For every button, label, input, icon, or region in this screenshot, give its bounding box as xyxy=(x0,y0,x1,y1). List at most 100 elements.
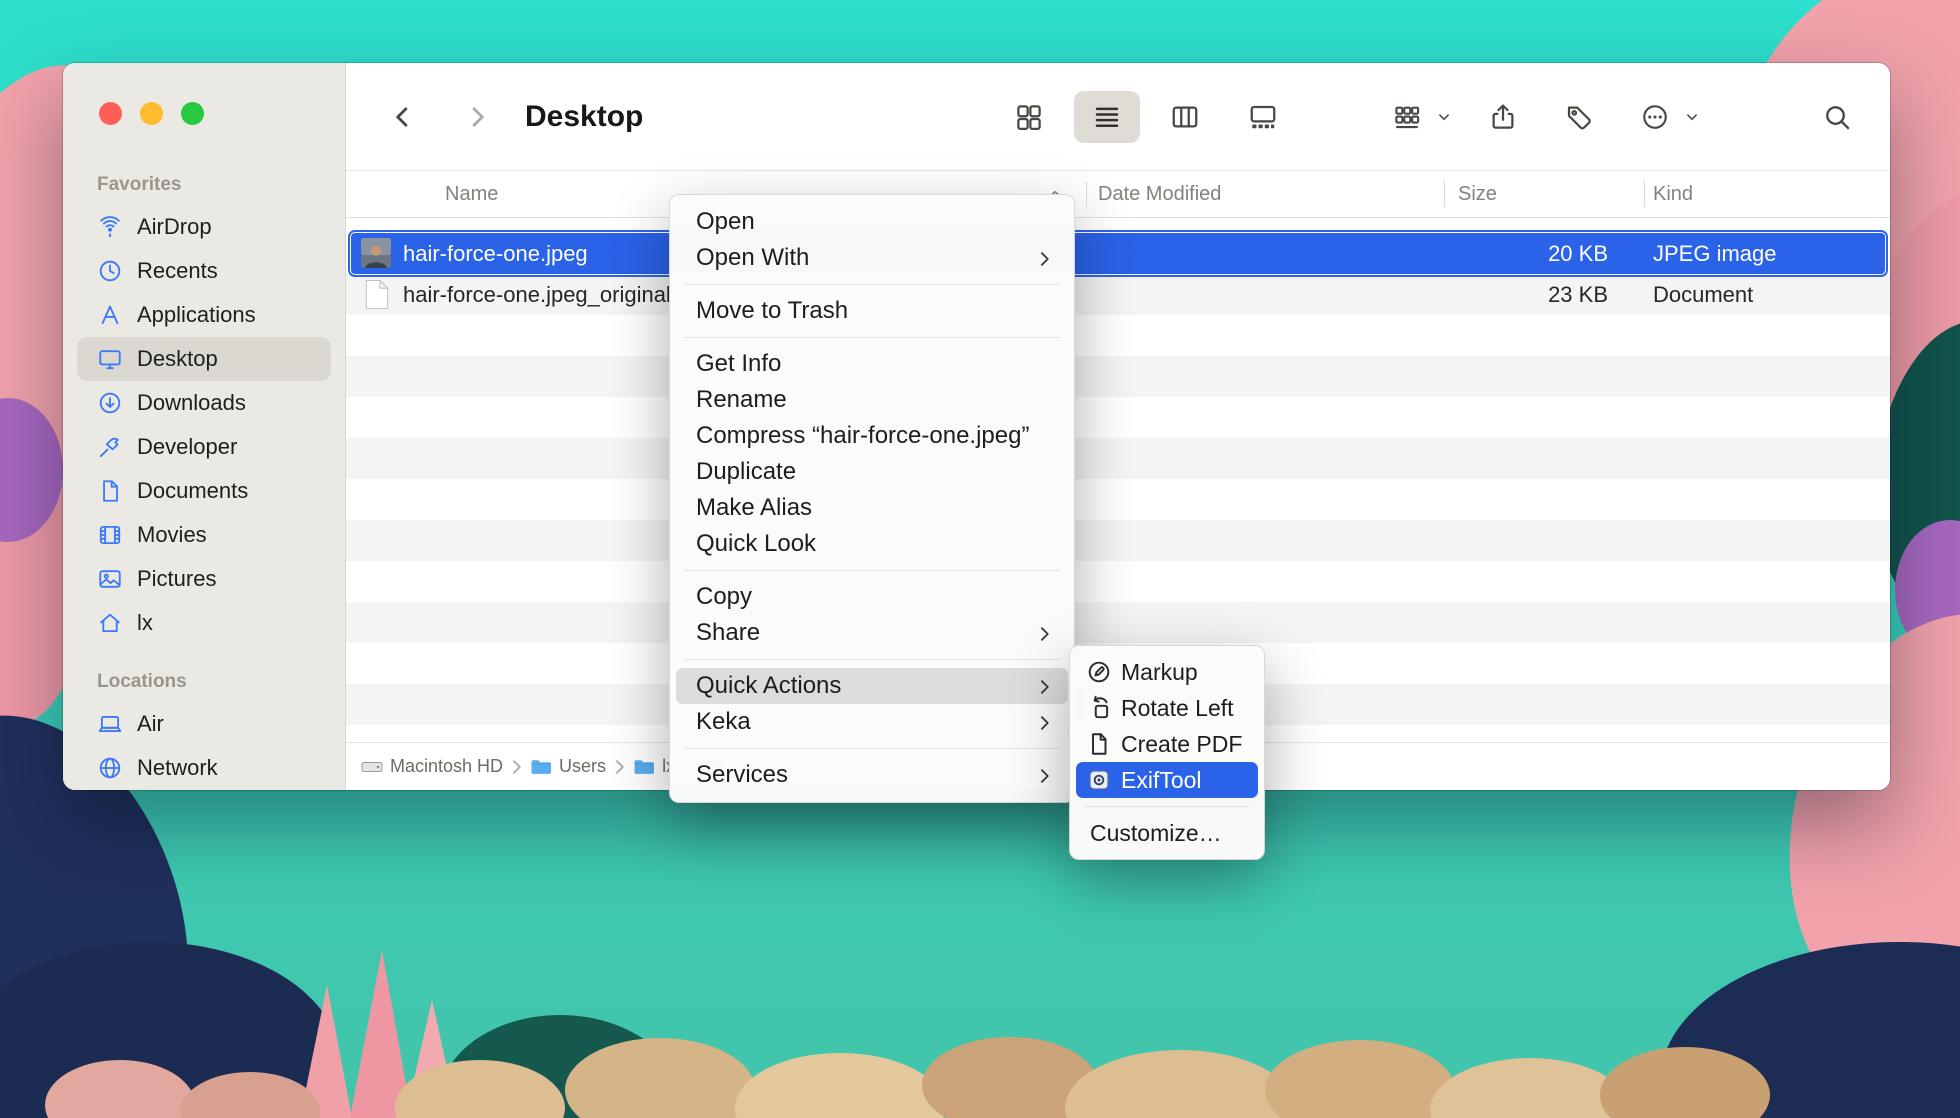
disk-icon xyxy=(360,755,384,779)
sidebar-item-lx-home[interactable]: lx xyxy=(77,601,331,645)
submenu-chevron-icon xyxy=(1034,712,1054,732)
submenu-item-exiftool[interactable]: ExifTool xyxy=(1076,762,1258,798)
jpeg-thumbnail-icon xyxy=(361,238,391,268)
column-header-name[interactable]: Name xyxy=(445,171,498,217)
submenu-chevron-icon xyxy=(1034,248,1054,268)
search-button[interactable] xyxy=(1812,93,1862,141)
menu-item-get-info[interactable]: Get Info xyxy=(676,346,1068,382)
file-kind: JPEG image xyxy=(1653,233,1777,274)
menu-item-services[interactable]: Services xyxy=(676,757,1068,793)
submenu-item-rotate-left[interactable]: Rotate Left xyxy=(1076,690,1258,726)
pathbar-item-users[interactable]: Users xyxy=(529,755,606,779)
menu-item-move-to-trash[interactable]: Move to Trash xyxy=(676,293,1068,329)
sidebar-item-recents[interactable]: Recents xyxy=(77,249,331,293)
sidebar-item-airdrop[interactable]: AirDrop xyxy=(77,205,331,249)
list-view-button[interactable] xyxy=(1074,91,1140,143)
menu-separator xyxy=(684,337,1060,338)
back-button[interactable] xyxy=(380,94,426,140)
photo-icon xyxy=(97,566,123,592)
menu-item-keka[interactable]: Keka xyxy=(676,704,1068,740)
sidebar-item-label: Developer xyxy=(137,434,237,460)
tags-button[interactable] xyxy=(1554,93,1604,141)
more-button[interactable] xyxy=(1630,93,1680,141)
column-divider[interactable] xyxy=(1644,181,1645,207)
column-headers: Name Date Modified Size Kind xyxy=(346,170,1890,218)
rotate-left-icon xyxy=(1086,695,1112,721)
submenu-item-create-pdf[interactable]: Create PDF xyxy=(1076,726,1258,762)
file-row[interactable]: hair-force-one.jpeg_original 23 KB Docum… xyxy=(351,274,1885,315)
column-divider[interactable] xyxy=(1086,181,1087,207)
toolbar: Desktop xyxy=(346,63,1890,170)
sidebar-heading-favorites: Favorites xyxy=(97,171,331,199)
group-button[interactable] xyxy=(1382,93,1432,141)
menu-separator xyxy=(684,284,1060,285)
file-name: hair-force-one.jpeg xyxy=(403,233,588,274)
clock-icon xyxy=(97,258,123,284)
sidebar-item-movies[interactable]: Movies xyxy=(77,513,331,557)
sidebar-item-downloads[interactable]: Downloads xyxy=(77,381,331,425)
window-title: Desktop xyxy=(525,100,643,134)
sidebar-item-air[interactable]: Air xyxy=(77,702,331,746)
sidebar-item-label: Desktop xyxy=(137,346,218,372)
column-divider[interactable] xyxy=(1444,181,1445,207)
markup-icon xyxy=(1086,659,1112,685)
menu-item-rename[interactable]: Rename xyxy=(676,382,1068,418)
context-menu: Open Open With Move to Trash Get Info Re… xyxy=(669,194,1075,803)
pathbar-item-macintosh-hd[interactable]: Macintosh HD xyxy=(360,755,503,779)
menu-item-make-alias[interactable]: Make Alias xyxy=(676,490,1068,526)
sidebar-item-label: Pictures xyxy=(137,566,216,592)
file-name: hair-force-one.jpeg_original xyxy=(403,274,671,315)
chevron-down-icon[interactable] xyxy=(1432,93,1456,141)
airdrop-icon xyxy=(97,214,123,240)
sidebar-item-documents[interactable]: Documents xyxy=(77,469,331,513)
file-size: 20 KB xyxy=(1431,233,1608,274)
forward-button[interactable] xyxy=(454,94,500,140)
menu-item-quick-look[interactable]: Quick Look xyxy=(676,526,1068,562)
traffic-lights xyxy=(99,102,204,125)
sidebar-item-label: Recents xyxy=(137,258,218,284)
sidebar-item-label: Network xyxy=(137,755,218,781)
exiftool-icon xyxy=(1086,767,1112,793)
sidebar-item-label: Air xyxy=(137,711,164,737)
minimize-button[interactable] xyxy=(140,102,163,125)
document-icon xyxy=(97,478,123,504)
column-header-kind[interactable]: Kind xyxy=(1653,171,1693,217)
menu-separator xyxy=(684,570,1060,571)
column-header-date-modified[interactable]: Date Modified xyxy=(1098,171,1221,217)
chevron-right-icon xyxy=(609,757,629,777)
icon-view-button[interactable] xyxy=(996,91,1062,143)
menu-item-open-with[interactable]: Open With xyxy=(676,240,1068,276)
close-button[interactable] xyxy=(99,102,122,125)
menu-item-copy[interactable]: Copy xyxy=(676,579,1068,615)
menu-item-duplicate[interactable]: Duplicate xyxy=(676,454,1068,490)
sidebar-item-label: lx xyxy=(137,610,153,636)
applications-icon xyxy=(97,302,123,328)
gallery-view-button[interactable] xyxy=(1230,91,1296,143)
sidebar-item-developer[interactable]: Developer xyxy=(77,425,331,469)
chevron-down-icon[interactable] xyxy=(1680,93,1704,141)
column-view-button[interactable] xyxy=(1152,91,1218,143)
sidebar-item-label: Applications xyxy=(137,302,256,328)
menu-item-share[interactable]: Share xyxy=(676,615,1068,651)
menu-separator xyxy=(684,659,1060,660)
create-pdf-icon xyxy=(1086,731,1112,757)
menu-separator xyxy=(684,748,1060,749)
menu-item-compress[interactable]: Compress “hair-force-one.jpeg” xyxy=(676,418,1068,454)
globe-icon xyxy=(97,755,123,781)
sidebar-item-applications[interactable]: Applications xyxy=(77,293,331,337)
screen: Favorites AirDrop Recents Applications D… xyxy=(0,0,1960,1118)
submenu-item-customize[interactable]: Customize… xyxy=(1076,815,1258,851)
column-header-size[interactable]: Size xyxy=(1458,171,1497,217)
sidebar-item-pictures[interactable]: Pictures xyxy=(77,557,331,601)
home-icon xyxy=(97,610,123,636)
share-button[interactable] xyxy=(1478,93,1528,141)
sidebar-item-desktop[interactable]: Desktop xyxy=(77,337,331,381)
sidebar-item-network[interactable]: Network xyxy=(77,746,331,790)
menu-item-quick-actions[interactable]: Quick Actions xyxy=(676,668,1068,704)
submenu-item-markup[interactable]: Markup xyxy=(1076,654,1258,690)
file-row-selected[interactable]: hair-force-one.jpeg 20 KB JPEG image xyxy=(351,233,1885,274)
zoom-button[interactable] xyxy=(181,102,204,125)
sidebar-item-label: Downloads xyxy=(137,390,246,416)
laptop-icon xyxy=(97,711,123,737)
menu-item-open[interactable]: Open xyxy=(676,204,1068,240)
